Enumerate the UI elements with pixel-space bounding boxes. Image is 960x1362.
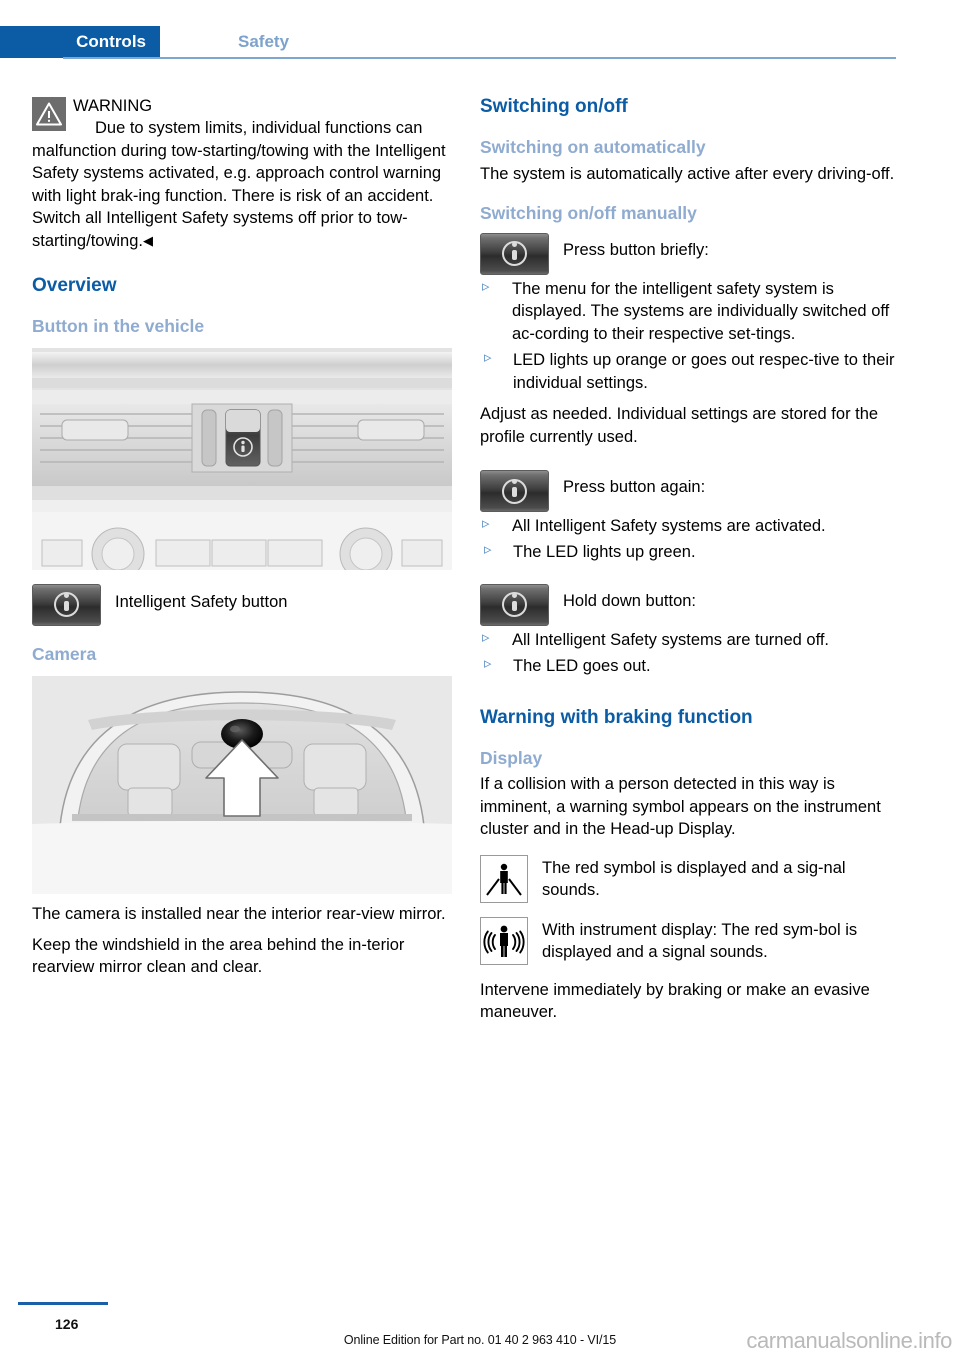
icon-head — [512, 479, 517, 484]
tab-controls-label: Controls — [76, 32, 146, 51]
heading-display: Display — [480, 747, 543, 768]
list-item: The menu for the intelligent safety syst… — [480, 277, 900, 345]
symbol-row-instrument: With instrument display: The red sym-bol… — [480, 916, 900, 965]
list-item: All Intelligent Safety systems are activ… — [480, 514, 900, 537]
icon-head — [512, 241, 517, 247]
end-of-text-marker: ◀ — [142, 232, 153, 248]
icon-body — [512, 249, 517, 260]
right-column: Switching on/off Switching on automatica… — [480, 95, 900, 1024]
camera-text-1: The camera is installed near the interio… — [32, 904, 446, 923]
step-hold-down: Hold down button: All Intelligent Safety… — [480, 583, 900, 651]
list-item: The LED goes out. — [480, 654, 900, 677]
heading-camera: Camera — [32, 643, 97, 664]
camera-text-2: Keep the windshield in the area behind t… — [32, 936, 405, 977]
footer-divider — [18, 1302, 108, 1305]
symbol-red-text: The red symbol is displayed and a sig-na… — [542, 858, 846, 900]
tab-safety-label: Safety — [238, 32, 290, 51]
icon-head — [512, 592, 517, 598]
tab-controls[interactable]: Controls — [0, 26, 160, 58]
heading-switching-manually: Switching on/off manually — [480, 203, 697, 224]
page-number: 126 — [55, 1316, 79, 1332]
tab-safety[interactable]: Safety — [238, 26, 289, 58]
warning-callout: WARNING Due to system limits, individual… — [32, 95, 452, 252]
step-press-briefly: Press button briefly: The menu for the i… — [480, 232, 900, 345]
intelligent-safety-button-icon — [480, 470, 549, 512]
dashboard-figure — [32, 347, 452, 570]
heading-button-in-vehicle: Button in the vehicle — [32, 315, 205, 336]
button-caption-label: Intelligent Safety button — [115, 592, 288, 611]
intelligent-safety-button-icon — [32, 583, 101, 626]
step-bullet-list: The menu for the intelligent safety syst… — [480, 277, 900, 345]
header-divider — [63, 57, 896, 59]
step-lead-label: Press button again: — [563, 478, 706, 496]
icon-body — [64, 600, 69, 611]
icon-head — [64, 592, 69, 598]
display-text: If a collision with a person detected in… — [480, 775, 881, 839]
list-item: All Intelligent Safety systems are turne… — [480, 628, 900, 651]
icon-body — [512, 600, 517, 611]
step-lead-label: Hold down button: — [563, 591, 697, 610]
pedestrian-sound-warning-icon — [480, 916, 528, 965]
heading-overview: Overview — [32, 275, 117, 297]
list-item: The LED lights up green. — [480, 540, 900, 563]
left-column: WARNING Due to system limits, individual… — [32, 95, 452, 979]
symbol-row-red: The red symbol is displayed and a sig-na… — [480, 854, 900, 903]
button-caption-row: Intelligent Safety button — [32, 583, 452, 626]
heading-warning-braking: Warning with braking function — [480, 706, 753, 728]
page-header: Controls Safety — [0, 26, 960, 58]
intelligent-safety-button-icon — [480, 583, 549, 626]
led-green-list: The LED lights up green. — [480, 540, 900, 563]
pedestrian-warning-icon — [480, 854, 528, 903]
step-bullet-list: All Intelligent Safety systems are turne… — [480, 628, 900, 651]
warning-text: Due to system limits, individual functio… — [32, 119, 446, 250]
step-bullet-list: All Intelligent Safety systems are activ… — [480, 514, 900, 537]
camera-figure — [32, 675, 452, 894]
list-item: LED lights up orange or goes out respec-… — [480, 348, 900, 394]
intelligent-safety-button-icon — [480, 232, 549, 275]
led-out-list: The LED goes out. — [480, 654, 900, 677]
icon-body — [512, 487, 517, 497]
warning-title: WARNING — [73, 97, 153, 115]
closing-text: Intervene immediately by braking or make… — [480, 980, 870, 1022]
warning-triangle-icon — [32, 97, 66, 131]
auto-text: The system is automatically active after… — [480, 164, 895, 183]
heading-switching-on-off: Switching on/off — [480, 96, 628, 117]
watermark: carmanualsonline.info — [746, 1328, 952, 1353]
symbol-instrument-text: With instrument display: The red sym-bol… — [542, 920, 858, 962]
adjust-text: Adjust as needed. Individual settings ar… — [480, 405, 879, 446]
step-lead-label: Press button briefly: — [563, 240, 709, 259]
heading-switching-on-automatically: Switching on automatically — [480, 136, 706, 157]
led-orange-list: LED lights up orange or goes out respec-… — [480, 348, 900, 394]
step-press-again: Press button again: All Intelligent Safe… — [480, 470, 900, 537]
